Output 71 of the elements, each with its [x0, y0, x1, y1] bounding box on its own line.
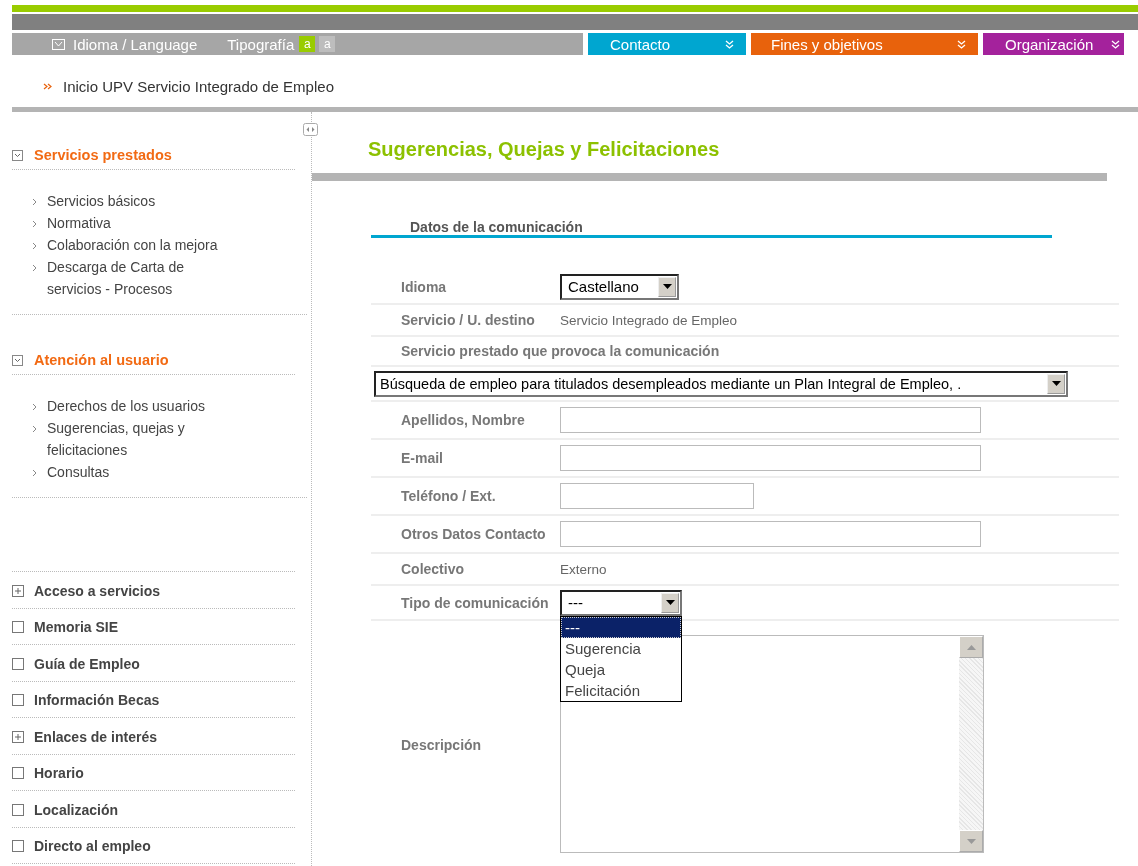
sidebar-link[interactable]: Horario [34, 765, 84, 782]
language-box-icon [52, 38, 65, 50]
sidebar-link[interactable]: Enlaces de interés [34, 728, 157, 745]
expand-box-icon[interactable] [12, 694, 24, 707]
service-select[interactable]: Búsqueda de empleo para titulados desempleados mediante un Plan Integral de Empleo, . [374, 370, 1068, 397]
scrollbar[interactable] [959, 636, 983, 852]
chevron-double-down-icon [725, 39, 734, 49]
triangle-up-icon [966, 644, 976, 650]
sidebar-link[interactable]: Acceso a servicios [34, 582, 161, 599]
chevron-right-icon [32, 425, 37, 433]
chevron-right-icon [32, 220, 37, 228]
chevron-right-icon [32, 242, 37, 250]
field-label: E-mail [400, 450, 444, 466]
language-select[interactable]: Castellano [560, 273, 679, 300]
field-label: Servicio / U. destino [400, 312, 536, 328]
input-field[interactable] [560, 407, 981, 433]
field-label: Teléfono / Ext. [400, 488, 497, 504]
chevron-double-down-icon [1111, 39, 1120, 49]
chevron-right-icon [32, 403, 37, 411]
sidebar-item[interactable]: Consultas [47, 461, 227, 483]
input-field[interactable] [560, 483, 754, 509]
input-field[interactable] [560, 445, 981, 471]
sidebar-item[interactable]: Colaboración con la mejora [47, 234, 227, 256]
type-select[interactable]: --- [560, 589, 682, 616]
sidebar-item[interactable]: Derechos de los usuarios [47, 395, 227, 417]
nav-menu-tab[interactable]: Organización [983, 33, 1124, 55]
field-label: Idioma [400, 278, 448, 295]
expand-box-icon[interactable] [12, 730, 24, 743]
expand-box-icon[interactable] [12, 584, 24, 597]
dropdown-option[interactable]: Queja [561, 658, 681, 680]
breadcrumb-link[interactable]: Inicio UPV Servicio Integrado de Empleo [63, 77, 334, 95]
field-label: Tipo de comunicación [400, 594, 550, 611]
double-chevron-icon [43, 82, 53, 90]
sidebar-item[interactable]: Normativa [47, 212, 227, 234]
chevron-right-icon [32, 198, 37, 206]
field-label: Otros Datos Contacto [400, 526, 547, 542]
sidebar-item[interactable]: Servicios básicos [47, 190, 227, 212]
section-heading: Datos de la comunicación [410, 219, 583, 235]
chevron-right-icon [32, 264, 37, 272]
field-label: Apellidos, Nombre [400, 412, 526, 428]
collapse-box-icon[interactable] [12, 354, 23, 366]
sidebar-link[interactable]: Información Becas [34, 692, 160, 709]
sidebar-item[interactable]: Sugerencias, quejas y felicitaciones [47, 417, 227, 461]
collapse-box-icon[interactable] [12, 149, 23, 161]
expand-box-icon[interactable] [12, 621, 24, 634]
sidebar-link[interactable]: Directo al empleo [34, 838, 151, 855]
field-value: Servicio Integrado de Empleo [560, 313, 738, 328]
expand-box-icon[interactable] [12, 803, 24, 816]
typography-label: Tipografía [227, 35, 295, 53]
field-label: Descripción [400, 737, 483, 753]
input-field[interactable] [560, 521, 981, 547]
dropdown-option[interactable]: Felicitación [561, 679, 681, 701]
expand-box-icon[interactable] [12, 767, 24, 780]
expand-box-icon[interactable] [12, 657, 24, 670]
sidebar-item[interactable]: Descarga de Carta de servicios - Procesos [47, 256, 227, 300]
scroll-down-button[interactable] [959, 830, 983, 852]
sidebar-link[interactable]: Guía de Empleo [34, 655, 140, 672]
expand-box-icon[interactable] [12, 840, 24, 853]
sidebar-link[interactable]: Memoria SIE [34, 619, 119, 636]
sidebar-link[interactable]: Localización [34, 801, 119, 818]
chevron-double-down-icon [957, 39, 966, 49]
field-label: Servicio prestado que provoca la comunicación [400, 343, 720, 359]
chevron-right-icon [32, 469, 37, 477]
collapse-sidebar-icon[interactable] [303, 123, 318, 136]
dropdown-option[interactable]: Sugerencia [561, 637, 681, 659]
field-value: Externo [560, 562, 607, 577]
scroll-up-button[interactable] [959, 636, 983, 658]
dropdown-option[interactable]: --- [561, 616, 681, 638]
page-title: Sugerencias, Quejas y Felicitaciones [368, 138, 721, 161]
field-label: Colectivo [400, 561, 465, 577]
triangle-down-icon [966, 838, 976, 844]
